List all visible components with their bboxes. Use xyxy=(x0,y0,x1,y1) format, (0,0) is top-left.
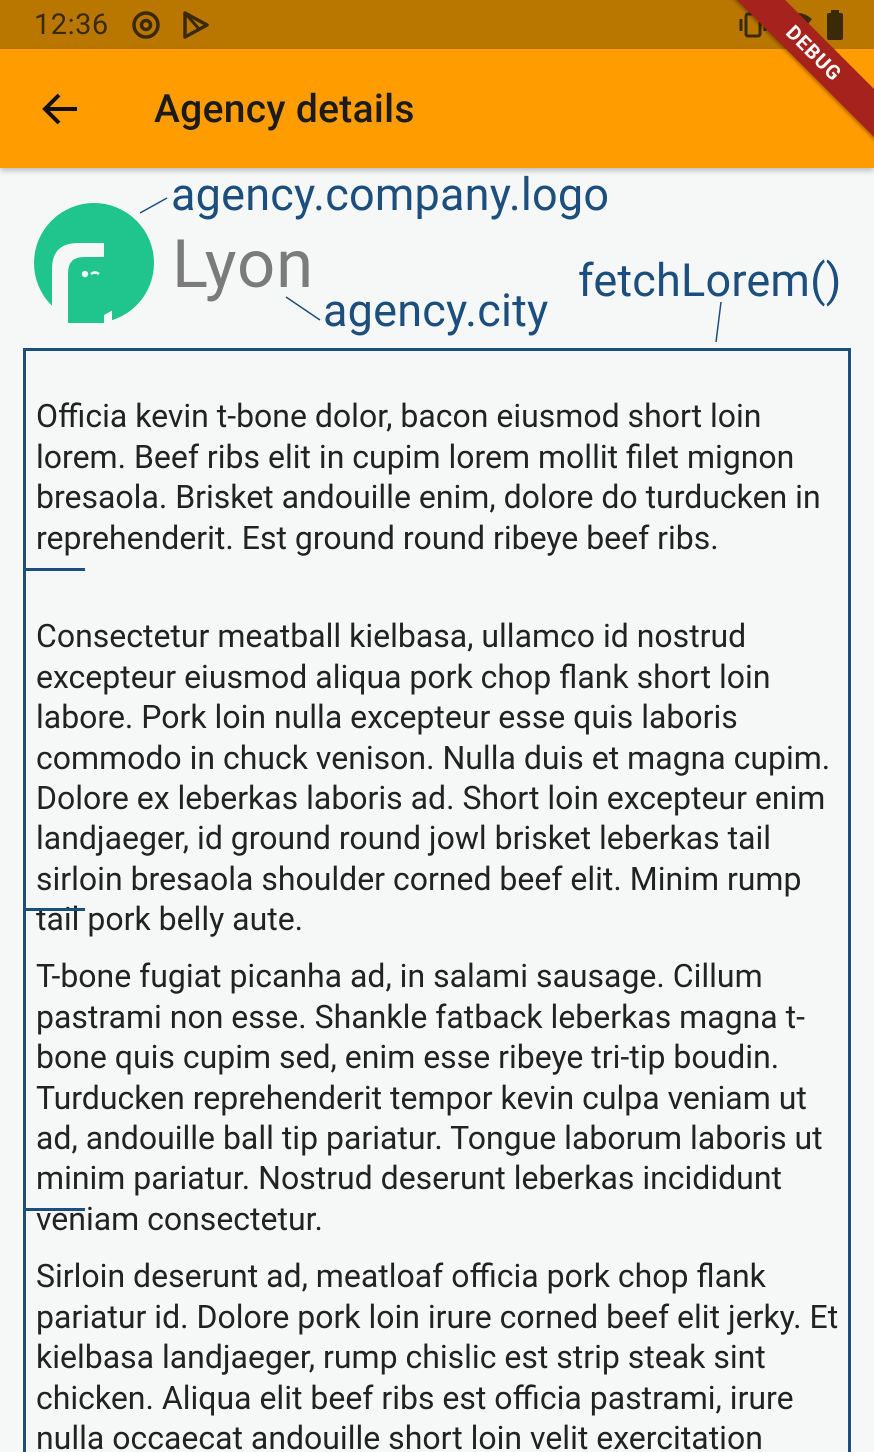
paragraph-text: Officia kevin t-bone dolor, bacon eiusmo… xyxy=(36,397,821,557)
paragraph-text: Consectetur meatball kielbasa, ullamco i… xyxy=(36,617,831,939)
lorem-paragraph: Sirloin deserunt ad, meatloaf officia po… xyxy=(26,1211,848,1452)
lorem-paragraph: T-bone fugiat picanha ad, in salami saus… xyxy=(26,911,848,1238)
lorem-content-box[interactable]: Officia kevin t-bone dolor, bacon eiusmo… xyxy=(23,348,851,1452)
paragraph-text: T-bone fugiat picanha ad, in salami saus… xyxy=(36,957,823,1238)
lorem-paragraph: Consectetur meatball kielbasa, ullamco i… xyxy=(26,571,848,938)
lorem-paragraph: Officia kevin t-bone dolor, bacon eiusmo… xyxy=(26,351,848,571)
paragraph-text: Sirloin deserunt ad, meatloaf officia po… xyxy=(36,1257,839,1452)
annotation-city-label: agency.city xyxy=(323,284,549,337)
annotation-logo-label: agency.company.logo xyxy=(171,168,610,221)
annotation-fetch-label: fetchLorem() xyxy=(578,254,842,307)
